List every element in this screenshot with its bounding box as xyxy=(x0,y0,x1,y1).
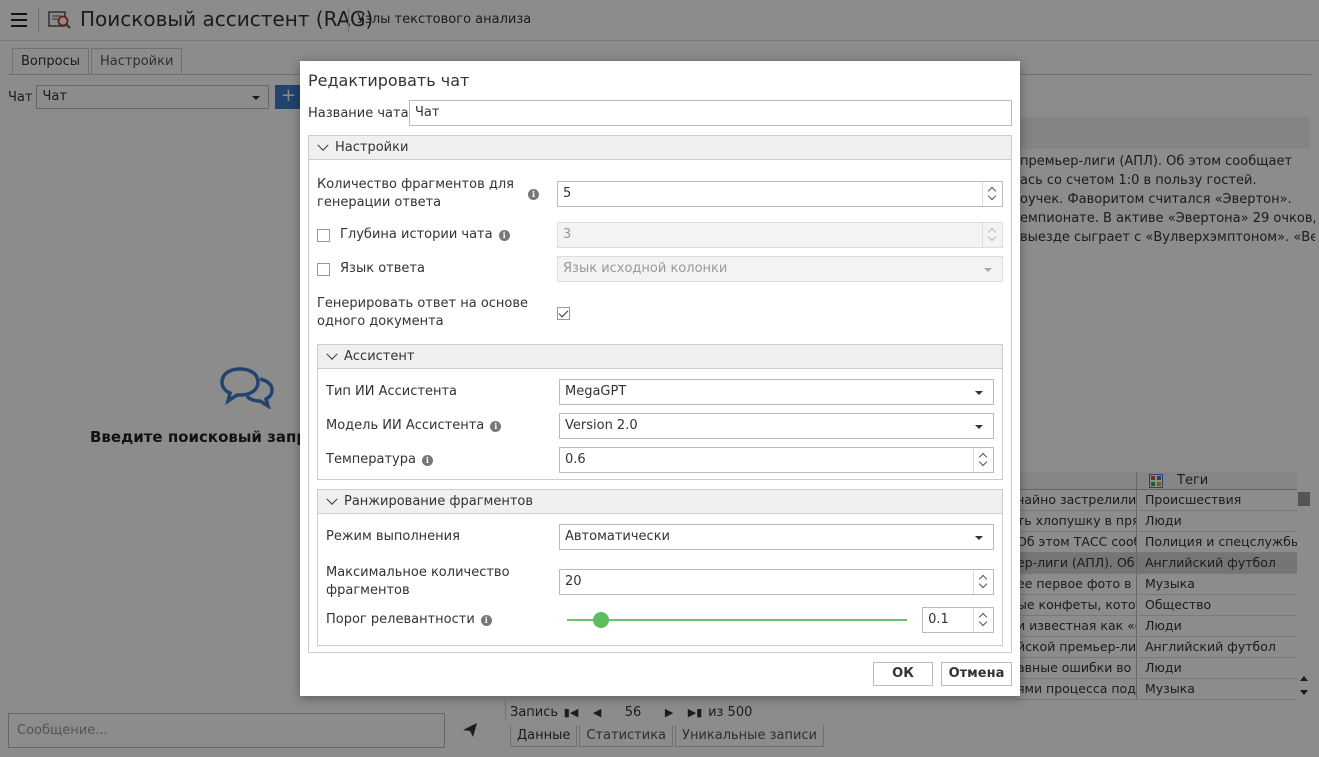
answer-language-select: Язык исходной колонки xyxy=(557,256,1003,282)
settings-panel-header[interactable]: Настройки xyxy=(309,136,1011,160)
ranking-header-label: Ранжирование фрагментов xyxy=(344,494,534,509)
history-depth-input: 3 xyxy=(557,222,1003,248)
info-icon[interactable]: i xyxy=(528,188,539,200)
ai-type-label: Тип ИИ Ассистента xyxy=(326,384,457,399)
execution-mode-label-wrap: Режим выполнения xyxy=(326,528,559,546)
execution-mode-row: Режим выполнения Автоматически xyxy=(326,524,994,550)
temperature-label-wrap: Температура i xyxy=(326,451,559,469)
max-fragments-row: Максимальное количество фрагментов 20 xyxy=(326,564,994,600)
chevron-down-icon xyxy=(975,391,983,395)
max-fragments-value: 20 xyxy=(565,574,582,589)
ai-model-label: Модель ИИ Ассистента xyxy=(326,418,485,433)
chevron-down-icon xyxy=(975,425,983,429)
settings-header-label: Настройки xyxy=(335,140,409,155)
chevron-down-icon xyxy=(975,536,983,540)
ai-model-select[interactable]: Version 2.0 xyxy=(559,413,994,439)
execution-mode-select[interactable]: Автоматически xyxy=(559,524,994,550)
history-depth-label: Глубина истории чата xyxy=(340,227,493,242)
answer-language-row: Язык ответа Язык исходной колонки xyxy=(317,256,1003,282)
history-depth-label-wrap: Глубина истории чата i xyxy=(317,226,539,244)
edit-chat-dialog: Редактировать чат Название чата Чат Наст… xyxy=(300,61,1020,696)
stepper-arrows-icon xyxy=(982,223,1002,247)
fragments-count-label-wrap: Количество фрагментов для генерации отве… xyxy=(317,176,539,212)
temperature-input[interactable]: 0.6 xyxy=(559,447,994,473)
info-icon[interactable]: i xyxy=(480,614,492,626)
answer-language-label: Язык ответа xyxy=(340,261,425,276)
relevance-threshold-slider[interactable] xyxy=(566,608,907,632)
chat-name-input[interactable]: Чат xyxy=(409,100,1012,126)
chevron-down-icon xyxy=(326,348,338,360)
ai-model-label-wrap: Модель ИИ Ассистента i xyxy=(326,417,559,435)
chat-name-label: Название чата xyxy=(308,105,409,121)
relevance-threshold-label-wrap: Порог релевантности i xyxy=(326,611,559,629)
ok-button[interactable]: ОК xyxy=(873,662,933,686)
max-fragments-input[interactable]: 20 xyxy=(559,569,994,595)
history-depth-checkbox[interactable] xyxy=(317,228,330,242)
ranking-panel: Ранжирование фрагментов Режим выполнения… xyxy=(317,489,1003,646)
history-depth-row: Глубина истории чата i 3 xyxy=(317,222,1003,248)
chevron-down-icon xyxy=(984,268,992,272)
answer-language-label-wrap: Язык ответа xyxy=(317,260,539,278)
info-icon[interactable]: i xyxy=(490,420,502,432)
chat-name-row: Название чата Чат xyxy=(308,100,1012,126)
relevance-threshold-input[interactable]: 0.1 xyxy=(922,607,994,633)
single-document-label-wrap: Генерировать ответ на основе одного доку… xyxy=(317,295,539,331)
single-document-checkbox[interactable] xyxy=(557,306,570,320)
fragments-count-label: Количество фрагментов для генерации отве… xyxy=(317,177,514,210)
max-fragments-label-wrap: Максимальное количество фрагментов xyxy=(326,564,559,600)
temperature-label: Температура xyxy=(326,452,416,467)
fragments-count-value: 5 xyxy=(563,186,572,201)
single-document-label: Генерировать ответ на основе одного доку… xyxy=(317,296,529,329)
temperature-row: Температура i 0.6 xyxy=(326,447,994,473)
execution-mode-value: Автоматически xyxy=(565,529,671,544)
temperature-value: 0.6 xyxy=(565,452,586,467)
ai-model-value: Version 2.0 xyxy=(565,418,638,433)
ai-type-row: Тип ИИ Ассистента MegaGPT xyxy=(326,379,994,405)
stepper-arrows-icon[interactable] xyxy=(973,608,993,632)
slider-handle[interactable] xyxy=(592,612,609,628)
slider-track xyxy=(566,619,907,621)
dialog-title: Редактировать чат xyxy=(308,71,470,90)
chevron-down-icon xyxy=(326,493,338,505)
assistant-panel-header[interactable]: Ассистент xyxy=(318,345,1002,369)
fragments-count-input[interactable]: 5 xyxy=(557,181,1003,207)
ai-type-select[interactable]: MegaGPT xyxy=(559,379,994,405)
stepper-arrows-icon[interactable] xyxy=(982,182,1002,206)
relevance-threshold-label: Порог релевантности xyxy=(326,612,475,627)
cancel-button[interactable]: Отмена xyxy=(941,662,1012,686)
info-icon[interactable]: i xyxy=(498,229,510,241)
ai-type-label-wrap: Тип ИИ Ассистента xyxy=(326,383,559,401)
relevance-threshold-value: 0.1 xyxy=(928,612,949,627)
single-document-row: Генерировать ответ на основе одного доку… xyxy=(317,295,1003,331)
history-depth-value: 3 xyxy=(563,227,572,242)
stepper-arrows-icon[interactable] xyxy=(973,448,993,472)
answer-language-value: Язык исходной колонки xyxy=(563,261,728,276)
info-icon[interactable]: i xyxy=(421,454,433,466)
execution-mode-label: Режим выполнения xyxy=(326,529,460,544)
fragments-count-row: Количество фрагментов для генерации отве… xyxy=(317,176,1003,212)
relevance-threshold-row: Порог релевантности i 0.1 xyxy=(326,607,994,633)
answer-language-checkbox[interactable] xyxy=(317,262,330,276)
chevron-down-icon xyxy=(317,139,329,151)
ai-model-row: Модель ИИ Ассистента i Version 2.0 xyxy=(326,413,994,439)
assistant-panel: Ассистент Тип ИИ Ассистента MegaGPT Моде… xyxy=(317,344,1003,480)
max-fragments-label: Максимальное количество фрагментов xyxy=(326,565,510,598)
assistant-header-label: Ассистент xyxy=(344,349,415,364)
ranking-panel-header[interactable]: Ранжирование фрагментов xyxy=(318,490,1002,514)
settings-panel: Настройки Количество фрагментов для гене… xyxy=(308,135,1012,653)
ai-type-value: MegaGPT xyxy=(565,384,627,399)
stepper-arrows-icon[interactable] xyxy=(973,570,993,594)
